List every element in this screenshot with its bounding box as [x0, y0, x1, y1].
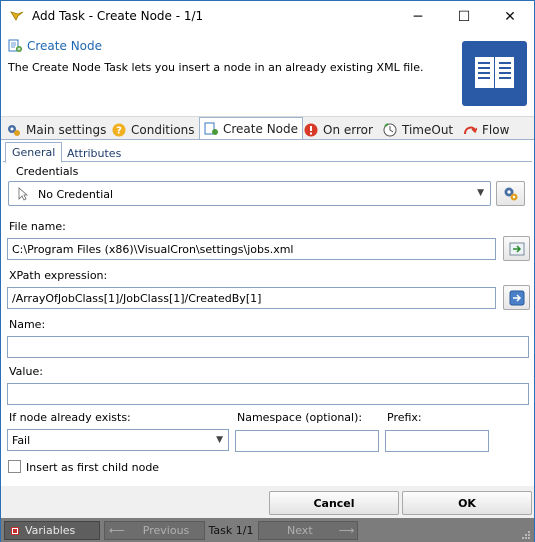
name-field[interactable] — [7, 336, 529, 358]
xpath-label: XPath expression: — [9, 269, 108, 282]
prefix-field[interactable] — [385, 430, 489, 452]
close-button[interactable]: ✕ — [487, 1, 533, 32]
timeout-icon — [383, 122, 397, 136]
task-header: Create Node The Create Node Task lets yo… — [1, 32, 534, 116]
svg-text:?: ? — [116, 125, 122, 136]
exists-label: If node already exists: — [9, 411, 131, 424]
previous-button[interactable]: ⟵ Previous — [104, 521, 205, 540]
namespace-field[interactable] — [235, 430, 379, 452]
first-child-label: Insert as first child node — [26, 461, 160, 474]
close-icon: ✕ — [504, 8, 516, 25]
exists-select[interactable]: Fail ▼ — [7, 429, 229, 451]
arrow-right-icon: ⟶ — [338, 524, 355, 537]
gears-icon — [8, 124, 20, 136]
dialog-footer: Cancel OK — [1, 486, 534, 518]
exists-value: Fail — [12, 434, 31, 447]
previous-label: Previous — [142, 524, 190, 537]
arrow-left-icon: ⟵ — [109, 524, 125, 537]
sub-tab-bar: General Attributes — [3, 142, 532, 163]
tab-flow[interactable]: Flow — [463, 119, 509, 140]
book-icon — [462, 41, 527, 106]
value-label: Value: — [9, 365, 43, 378]
task-description: The Create Node Task lets you insert a n… — [8, 61, 424, 74]
tab-timeout[interactable]: TimeOut — [383, 119, 453, 140]
title-bar[interactable]: Add Task - Create Node - 1/1 ─ ☐ ✕ — [1, 1, 534, 32]
tab-label: TimeOut — [402, 122, 454, 137]
credential-settings-button[interactable] — [496, 181, 525, 206]
file-name-field[interactable]: C:\Program Files (x86)\VisualCron\settin… — [7, 238, 496, 260]
tab-label: Conditions — [131, 122, 195, 137]
tab-attributes[interactable]: Attributes — [61, 144, 127, 162]
namespace-label: Namespace (optional): — [237, 411, 363, 424]
gears-icon — [504, 187, 517, 200]
next-label: Next — [287, 524, 313, 537]
tab-label: Main settings — [26, 122, 107, 137]
ok-button[interactable]: OK — [402, 491, 532, 515]
create-node-icon — [204, 122, 218, 135]
xpath-icon — [509, 290, 524, 305]
xpath-builder-button[interactable] — [503, 285, 530, 310]
file-name-label: File name: — [9, 220, 66, 233]
credential-value: No Credential — [38, 188, 114, 201]
error-icon — [304, 123, 318, 136]
next-button[interactable]: Next ⟶ — [258, 521, 358, 540]
window-title: Add Task - Create Node - 1/1 — [32, 9, 204, 23]
add-task-window: Add Task - Create Node - 1/1 ─ ☐ ✕ Creat… — [0, 0, 535, 542]
tab-on-error[interactable]: On error — [304, 119, 373, 140]
variables-label: Variables — [25, 524, 76, 537]
tab-label: Create Node — [223, 122, 299, 136]
question-icon: ? — [112, 123, 126, 136]
create-node-panel: General Attributes Credentials No Creden… — [1, 139, 534, 486]
cancel-button[interactable]: Cancel — [269, 491, 399, 515]
variables-button[interactable]: Variables — [4, 521, 100, 540]
prefix-label: Prefix: — [387, 411, 422, 424]
browse-icon — [509, 242, 524, 255]
maximize-icon: ☐ — [457, 8, 471, 25]
flow-icon — [464, 126, 477, 134]
tab-label: On error — [323, 122, 373, 137]
tab-create-node[interactable]: Create Node — [199, 117, 304, 140]
tab-general[interactable]: General — [5, 142, 63, 163]
xpath-field[interactable]: /ArrayOfJobClass[1]/JobClass[1]/CreatedB… — [7, 287, 496, 309]
tab-conditions[interactable]: ? Conditions — [112, 119, 195, 140]
resize-grip-icon[interactable] — [521, 530, 531, 540]
tab-label: Flow — [482, 122, 510, 137]
chevron-down-icon: ▼ — [477, 188, 484, 198]
credential-select[interactable]: No Credential ▼ — [8, 181, 491, 206]
status-bar: Variables ⟵ Previous Task 1/1 Next ⟶ — [1, 518, 534, 542]
main-tab-bar: Main settings ? Conditions Create Node O… — [1, 116, 534, 140]
name-label: Name: — [9, 318, 46, 331]
variables-icon — [11, 526, 19, 535]
visualcron-logo-icon — [10, 11, 24, 21]
first-child-checkbox[interactable] — [8, 460, 21, 473]
credentials-label: Credentials — [16, 165, 79, 178]
maximize-button[interactable]: ☐ — [441, 1, 487, 32]
value-field[interactable] — [7, 383, 529, 405]
pointer-icon — [18, 187, 28, 201]
create-node-icon — [8, 39, 22, 52]
chevron-down-icon: ▼ — [216, 435, 223, 445]
browse-file-button[interactable] — [503, 236, 530, 261]
minimize-icon: ─ — [413, 8, 423, 25]
task-counter: Task 1/1 — [208, 524, 254, 537]
tab-main-settings[interactable]: Main settings — [7, 119, 106, 140]
task-title: Create Node — [27, 39, 103, 53]
minimize-button[interactable]: ─ — [395, 1, 441, 32]
